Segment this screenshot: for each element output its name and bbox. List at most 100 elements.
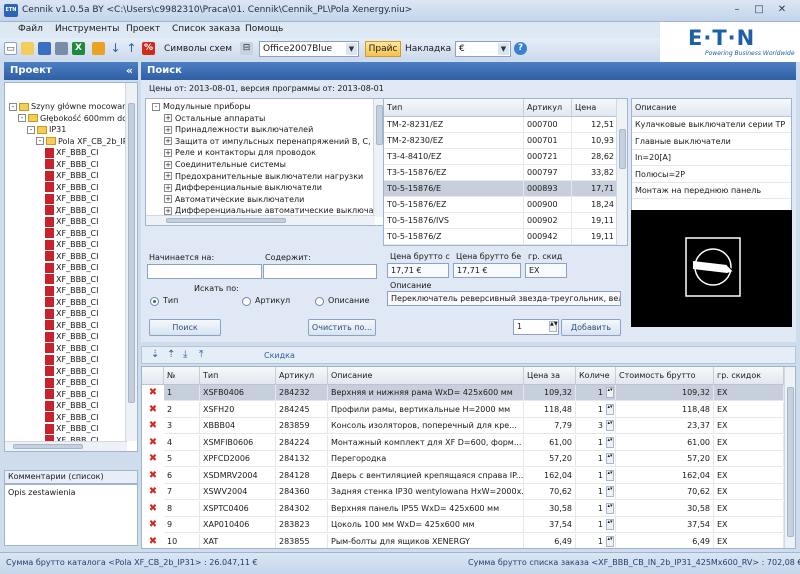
collapse-toggle-icon[interactable]: - <box>18 114 26 122</box>
order-article-cell[interactable]: 284245 <box>276 401 328 418</box>
order-total-cell[interactable]: 6,49 <box>616 533 714 548</box>
product-type-cell[interactable]: T3-4-8410/EZ <box>384 149 524 165</box>
product-article-cell[interactable]: 000797 <box>524 165 572 181</box>
expand-toggle-icon[interactable]: + <box>164 137 172 146</box>
starts-with-input[interactable] <box>147 264 262 279</box>
order-price-cell[interactable]: 6,49 <box>524 533 576 548</box>
product-price-cell[interactable]: 19,11 <box>572 229 618 245</box>
move-top-icon[interactable]: ⤒ <box>199 349 203 360</box>
project-tree-node[interactable]: XF_BBB_CI <box>45 193 99 205</box>
project-tree-hscrollbar[interactable] <box>5 441 127 451</box>
order-description-cell[interactable]: Рым-болты для ящиков XENERGY <box>328 533 524 548</box>
column-header-total-gross[interactable]: Стоимость брутто <box>616 367 714 385</box>
product-type-cell[interactable]: T0-5-15876/E <box>384 181 524 197</box>
search-button[interactable]: Поиск <box>149 319 221 336</box>
product-grid-scrollbar[interactable] <box>616 99 627 245</box>
quantity-spin-icon[interactable]: ▴▾ <box>606 535 614 547</box>
product-type-cell[interactable]: T0-5-15876/EZ <box>384 197 524 213</box>
project-tree-scrollbar[interactable] <box>125 83 137 441</box>
product-type-cell[interactable]: TM-2-8231/EZ <box>384 117 524 133</box>
order-price-cell[interactable]: 57,20 <box>524 451 576 467</box>
product-article-cell[interactable]: 000900 <box>524 197 572 213</box>
expand-toggle-icon[interactable]: + <box>164 195 172 204</box>
clear-button[interactable]: Очистить по... <box>308 319 376 336</box>
order-description-cell[interactable]: Перегородка <box>328 451 524 467</box>
menu-file[interactable]: Файл <box>18 24 43 34</box>
expand-toggle-icon[interactable]: + <box>164 148 172 157</box>
order-total-cell[interactable]: 57,20 <box>616 451 714 467</box>
project-tree-node[interactable]: XF_BBB_CI <box>45 216 99 228</box>
order-group-cell[interactable]: EX <box>714 500 784 517</box>
project-tree-node[interactable]: XF_BBB_CI <box>45 354 99 366</box>
project-tree-node[interactable]: XF_BBB_CI <box>45 170 99 182</box>
order-price-cell[interactable]: 162,04 <box>524 467 576 484</box>
delete-row-icon[interactable]: ✖ <box>147 517 159 533</box>
order-description-cell[interactable]: Профили рамы, вертикальные H=2000 мм <box>328 401 524 418</box>
order-group-cell[interactable]: EX <box>714 385 784 401</box>
column-header-unit-price[interactable]: Цена за <box>524 367 576 385</box>
delete-row-icon[interactable]: ✖ <box>147 385 159 401</box>
project-tree-node[interactable]: XF_BBB_CI <box>45 331 99 343</box>
order-total-cell[interactable]: 30,58 <box>616 500 714 517</box>
theme-select[interactable]: Office2007Blue ▼ <box>259 41 359 57</box>
product-price-cell[interactable]: 19,11 <box>572 213 618 229</box>
delete-row-icon[interactable]: ✖ <box>147 435 159 451</box>
order-number-cell[interactable]: 7 <box>164 484 200 500</box>
minimize-button[interactable]: – <box>728 3 746 18</box>
move-up-icon[interactable]: ⇡ <box>167 349 175 360</box>
project-tree-node[interactable]: XF_BBB_CI <box>45 182 99 194</box>
order-description-cell[interactable]: Задняя стенка IP30 wentylowana HxW=2000x… <box>328 484 524 500</box>
order-quantity-cell[interactable]: 1 ▴▾ <box>576 434 616 451</box>
collapse-toggle-icon[interactable]: - <box>27 125 35 134</box>
catalog-tree-node[interactable]: + Остальные аппараты <box>164 113 265 125</box>
quantity-spin-icon[interactable]: ▴▾ <box>606 519 614 530</box>
menu-order-list[interactable]: Список заказа <box>172 24 240 34</box>
quantity-spin-icon[interactable]: ▴▾ <box>606 420 614 431</box>
print-icon[interactable] <box>55 42 68 55</box>
arrow-up-icon[interactable]: ↑ <box>125 42 138 55</box>
order-group-cell[interactable]: EX <box>714 467 784 484</box>
order-article-cell[interactable]: 284302 <box>276 500 328 517</box>
order-group-cell[interactable]: EX <box>714 418 784 434</box>
order-group-cell[interactable]: EX <box>714 451 784 467</box>
order-total-cell[interactable]: 37,54 <box>616 517 714 533</box>
order-article-cell[interactable]: 283855 <box>276 533 328 548</box>
price-button[interactable]: Прайс <box>365 41 401 57</box>
project-tree-node[interactable]: XF_BBB_CI <box>45 274 99 286</box>
order-grid-scrollbar[interactable] <box>784 367 795 548</box>
excel-icon[interactable]: X <box>72 42 85 55</box>
project-tree-node[interactable]: XF_BBB_CI <box>45 366 99 378</box>
catalog-tree-node[interactable]: - Модульные приборы <box>152 101 251 113</box>
order-type-cell[interactable]: XSFB0406 <box>200 385 276 401</box>
project-tree-node[interactable]: XF_BBB_CI <box>45 285 99 297</box>
delete-row-icon[interactable]: ✖ <box>147 501 159 517</box>
catalog-tree-node[interactable]: + Предохранительные выключатели нагрузки <box>164 171 363 183</box>
column-header-number[interactable]: № <box>164 367 200 385</box>
product-article-cell[interactable]: 000893 <box>524 181 572 197</box>
order-type-cell[interactable]: XAT <box>200 533 276 548</box>
order-number-cell[interactable]: 4 <box>164 434 200 451</box>
delete-row-icon[interactable]: ✖ <box>147 484 159 500</box>
order-description-cell[interactable]: Монтажный комплект для XF D=600, форм... <box>328 434 524 451</box>
order-price-cell[interactable]: 30,58 <box>524 500 576 517</box>
order-price-cell[interactable]: 109,32 <box>524 385 576 401</box>
collapse-toggle-icon[interactable]: - <box>152 102 160 111</box>
expand-toggle-icon[interactable]: + <box>164 183 172 192</box>
open-folder-icon[interactable] <box>21 42 34 55</box>
order-total-cell[interactable]: 162,04 <box>616 467 714 484</box>
expand-toggle-icon[interactable]: + <box>164 160 172 169</box>
percent-icon[interactable]: % <box>142 42 155 55</box>
product-price-cell[interactable]: 33,82 <box>572 165 618 181</box>
product-price-cell[interactable]: 17,71 <box>572 181 618 197</box>
project-tree-node[interactable]: XF_BBB_CI <box>45 228 99 240</box>
order-number-cell[interactable]: 10 <box>164 533 200 548</box>
contains-input[interactable] <box>263 264 377 279</box>
order-description-cell[interactable]: Цоколь 100 мм WxD= 425x600 мм <box>328 517 524 533</box>
order-price-cell[interactable]: 70,62 <box>524 484 576 500</box>
order-number-cell[interactable]: 3 <box>164 418 200 434</box>
order-price-cell[interactable]: 118,48 <box>524 401 576 418</box>
column-header-article[interactable]: Артикул <box>276 367 328 385</box>
order-total-cell[interactable]: 61,00 <box>616 434 714 451</box>
order-total-cell[interactable]: 23,37 <box>616 418 714 434</box>
order-group-cell[interactable]: EX <box>714 401 784 418</box>
